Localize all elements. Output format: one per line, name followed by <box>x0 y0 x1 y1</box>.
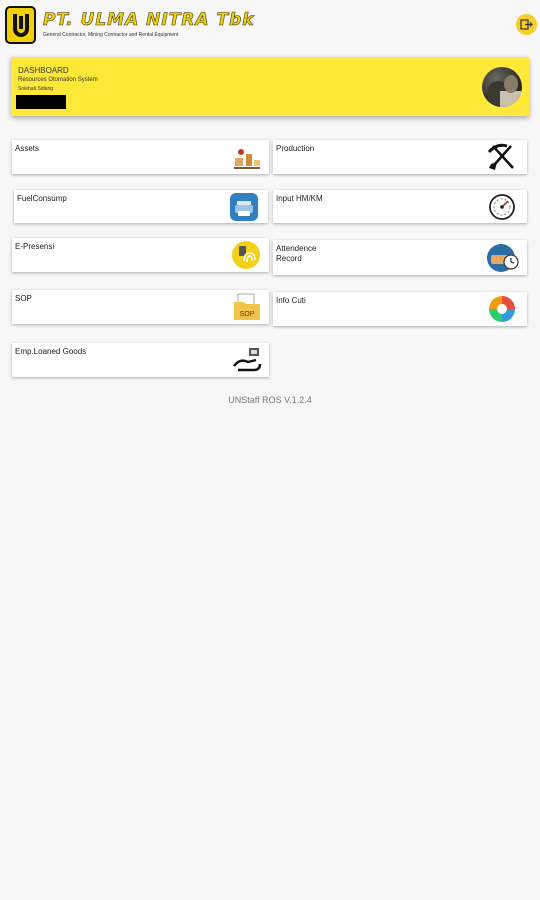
menu-card-input-hm-km[interactable]: Input HM/KM <box>273 190 527 223</box>
attendance-icon <box>485 242 519 272</box>
menu-card-info-cuti[interactable]: Info Cuti <box>273 292 527 326</box>
menu-label: Emp.Loaned Goods <box>15 347 87 356</box>
gauge-icon <box>487 192 517 222</box>
menu-label: Input HM/KM <box>276 194 323 203</box>
fuel-printer-icon <box>229 192 259 222</box>
u-logo-icon <box>12 14 29 37</box>
handover-icon <box>232 344 262 374</box>
menu-card-attendance-record[interactable]: Attendence Record <box>273 240 527 275</box>
banner-user-name: Solehati Sidang <box>18 86 54 92</box>
assets-icon <box>232 142 262 172</box>
banner-subtitle: Resources Otomation System <box>18 77 98 83</box>
brand-title: PT. ULMA NITRA Tbk <box>43 10 255 31</box>
menu-label: SOP <box>15 294 32 303</box>
menu-label: FuelConsump <box>17 194 67 203</box>
app-header: PT. ULMA NITRA Tbk General Contractor, M… <box>0 0 540 50</box>
avatar[interactable] <box>482 67 522 107</box>
menu-label: E-Presensi <box>15 242 55 251</box>
sop-icon-text: SOP <box>240 311 255 318</box>
menu-card-emp-loaned-goods[interactable]: Emp.Loaned Goods <box>12 343 269 377</box>
menu-label: Info Cuti <box>276 296 306 305</box>
banner-title: DASHBOARD <box>18 66 69 75</box>
redacted-block <box>16 95 66 109</box>
logout-icon <box>520 19 533 30</box>
company-logo <box>5 6 36 44</box>
brand-subtitle: General Contractor, Mining Contractor an… <box>43 32 179 38</box>
menu-label: Attendence Record <box>276 244 317 263</box>
logout-button[interactable] <box>516 14 537 35</box>
menu-card-e-presensi[interactable]: E-Presensi <box>12 238 269 272</box>
menu-card-assets[interactable]: Assets <box>12 140 269 174</box>
menu-label: Assets <box>15 144 40 153</box>
menu-card-fuelconsump[interactable]: FuelConsump <box>14 190 268 223</box>
app-version: UNStaff ROS V.1.2.4 <box>228 395 312 405</box>
menu-label: Production <box>276 144 315 153</box>
menu-card-production[interactable]: Production <box>273 140 527 174</box>
fingerprint-icon <box>231 240 261 270</box>
dashboard-banner: DASHBOARD Resources Otomation System Sol… <box>11 57 529 116</box>
shovel-pick-icon <box>487 142 517 172</box>
menu-card-sop[interactable]: SOP SOP <box>12 290 269 324</box>
sop-folder-icon: SOP <box>232 292 262 322</box>
leave-info-icon <box>487 294 517 324</box>
